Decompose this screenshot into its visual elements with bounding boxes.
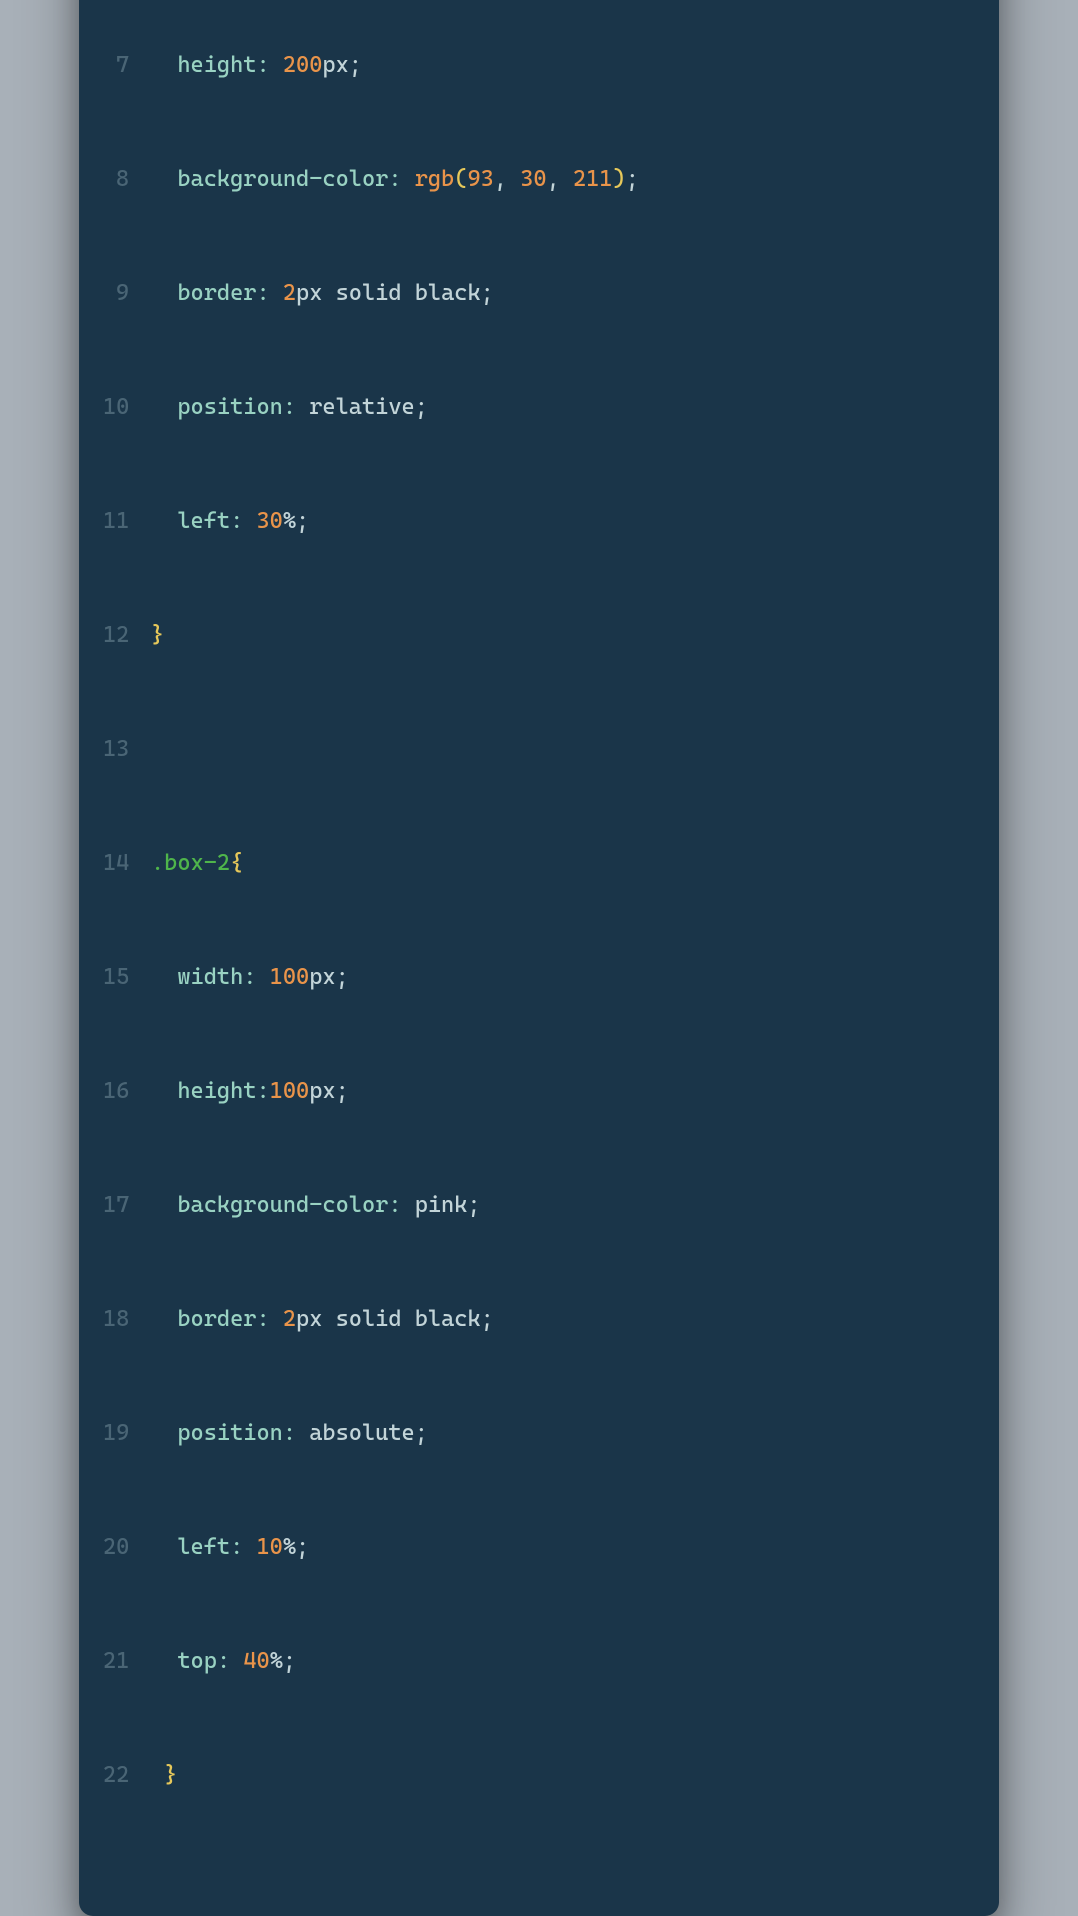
code-line: 17 background-color: pink; [103,1186,963,1224]
line-number: 10 [103,388,151,426]
code-line: 15 width: 100px; [103,958,963,996]
code-content: height:100px; [151,1072,963,1110]
line-number: 20 [103,1528,151,1566]
line-number: 13 [103,730,151,768]
code-line: 13 [103,730,963,768]
code-content: } [151,616,963,654]
line-number: 18 [103,1300,151,1338]
code-content [151,730,963,768]
code-line: 14.box-2{ [103,844,963,882]
code-window: 1body{ 2 background-color: aqua; 3} 4 5.… [79,0,999,1916]
line-number: 8 [103,160,151,198]
code-editor[interactable]: 1body{ 2 background-color: aqua; 3} 4 5.… [79,0,999,1880]
code-line: 18 border: 2px solid black; [103,1300,963,1338]
code-content: background-color: rgb(93, 30, 211); [151,160,963,198]
code-line: 10 position: relative; [103,388,963,426]
code-content: .box-2{ [151,844,963,882]
line-number: 11 [103,502,151,540]
code-line: 8 background-color: rgb(93, 30, 211); [103,160,963,198]
code-line: 20 left: 10%; [103,1528,963,1566]
code-content: position: relative; [151,388,963,426]
line-number: 16 [103,1072,151,1110]
code-content: background-color: pink; [151,1186,963,1224]
line-number: 15 [103,958,151,996]
code-content: top: 40%; [151,1642,963,1680]
code-content: height: 200px; [151,46,963,84]
code-content: } [151,1756,963,1794]
code-line: 19 position: absolute; [103,1414,963,1452]
code-content: border: 2px solid black; [151,274,963,312]
code-content: left: 10%; [151,1528,963,1566]
code-line: 12} [103,616,963,654]
line-number: 12 [103,616,151,654]
code-content: border: 2px solid black; [151,1300,963,1338]
code-line: 21 top: 40%; [103,1642,963,1680]
code-line: 11 left: 30%; [103,502,963,540]
line-number: 14 [103,844,151,882]
code-content: position: absolute; [151,1414,963,1452]
line-number: 21 [103,1642,151,1680]
code-line: 22 } [103,1756,963,1794]
code-content: width: 100px; [151,958,963,996]
code-line: 7 height: 200px; [103,46,963,84]
line-number: 17 [103,1186,151,1224]
line-number: 7 [103,46,151,84]
code-line: 16 height:100px; [103,1072,963,1110]
code-line: 9 border: 2px solid black; [103,274,963,312]
line-number: 9 [103,274,151,312]
line-number: 22 [103,1756,151,1794]
line-number: 19 [103,1414,151,1452]
code-content: left: 30%; [151,502,963,540]
